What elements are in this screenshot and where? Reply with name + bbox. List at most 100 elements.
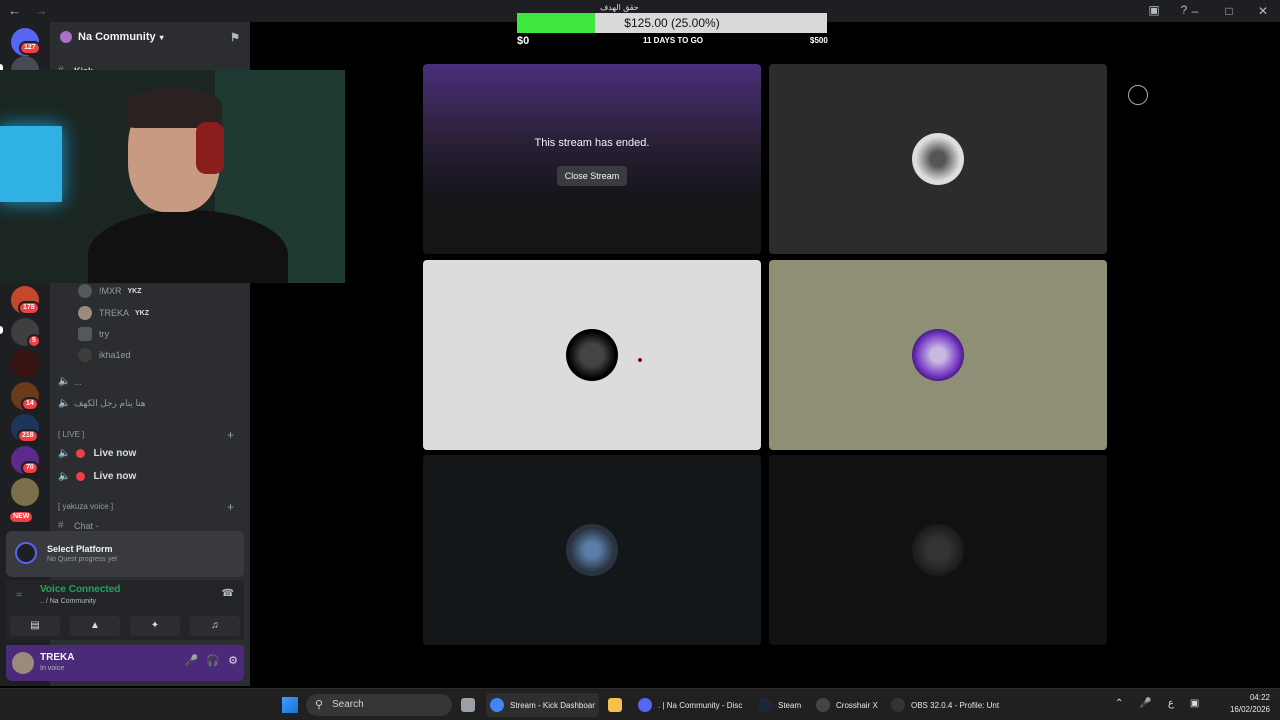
live-dot-icon — [76, 449, 86, 458]
speaker-icon: 🔈 — [58, 376, 71, 387]
signal-icon[interactable]: ≈ — [16, 589, 22, 601]
live-channel[interactable]: 🔈 Live now — [58, 471, 136, 482]
settings-gear-icon[interactable]: ⚙ — [228, 654, 238, 667]
app-label: Crosshair X — [836, 700, 878, 710]
system-tray: ⌃ 🎤 ع ▣ — [1115, 698, 1199, 709]
disconnect-icon[interactable]: ☎ — [222, 588, 234, 599]
participant-tile[interactable] — [769, 64, 1107, 254]
avatar — [78, 327, 92, 341]
screen-share-icon[interactable]: ▲ — [70, 616, 120, 636]
member-tag: YKZ — [127, 287, 142, 295]
mention-badge: 218 — [17, 429, 39, 443]
camera-off-icon[interactable]: ▤ — [10, 616, 60, 636]
add-channel-icon[interactable]: + — [227, 500, 234, 514]
avatar[interactable] — [12, 652, 34, 674]
webcam-overlay — [0, 70, 345, 283]
taskbar-app-discord[interactable]: . | Na Community - Disc — [638, 693, 742, 717]
avatar — [78, 306, 92, 320]
close-stream-button[interactable]: Close Stream — [557, 166, 627, 186]
participant-tile[interactable] — [769, 260, 1107, 450]
category-live[interactable]: [ LIVE ] + — [58, 428, 242, 442]
taskbar-app-steam[interactable]: Steam — [758, 693, 801, 717]
member-name: TREKA — [99, 308, 130, 318]
channel-label: Live now — [93, 471, 137, 482]
voice-location[interactable]: .. / Na Community — [40, 598, 96, 605]
quest-icon — [15, 542, 37, 564]
close-window-button[interactable]: ✕ — [1246, 0, 1280, 22]
channel-label: هنا ينام رجل الكهف — [74, 398, 146, 408]
taskbar-app[interactable] — [461, 693, 481, 717]
soundboard-icon[interactable]: ♫ — [190, 616, 240, 636]
windows-start-icon[interactable] — [282, 697, 298, 713]
mention-badge: 14 — [21, 397, 39, 411]
mention-badge: 5 — [27, 334, 41, 348]
username[interactable]: TREKA — [40, 652, 74, 663]
participant-tile[interactable] — [769, 455, 1107, 645]
member-name: try — [99, 329, 109, 339]
speaker-icon: 🔈 — [58, 398, 71, 409]
cursor-dot — [638, 358, 642, 362]
search-icon: ⚲ — [315, 699, 324, 711]
voice-member[interactable]: try — [78, 327, 109, 341]
avatar — [78, 348, 92, 362]
network-icon[interactable]: ▣ — [1190, 698, 1199, 709]
taskbar-app-chrome[interactable]: Stream - Kick Dashboar — [486, 693, 599, 717]
headphones-icon[interactable]: 🎧 — [206, 654, 220, 667]
chat-channel[interactable]: # Chat - — [58, 520, 99, 531]
voice-status[interactable]: Voice Connected — [40, 584, 120, 595]
hash-icon: # — [58, 520, 64, 531]
server-icon[interactable] — [11, 350, 39, 378]
server-icon[interactable] — [11, 478, 39, 506]
user-controls: 🎤 🎧 ⚙ — [185, 654, 238, 667]
goal-header: حقق الهدف — [600, 3, 639, 12]
mention-badge: 70 — [21, 461, 39, 475]
activities-icon[interactable]: ✦ — [130, 616, 180, 636]
clock[interactable]: 04:22 16/02/2026 — [1230, 692, 1270, 716]
participant-tile[interactable] — [423, 260, 761, 450]
obs-icon — [891, 698, 905, 712]
app-label: . | Na Community - Disc — [658, 700, 743, 710]
new-badge: NEW — [8, 510, 35, 524]
forward-arrow-icon[interactable]: → — [35, 3, 48, 18]
member-name: !MXR — [99, 286, 122, 296]
chevron-up-icon[interactable]: ⌃ — [1115, 698, 1123, 709]
taskbar-app-crosshair[interactable]: Crosshair X — [816, 693, 878, 717]
back-arrow-icon[interactable]: ← — [8, 3, 21, 18]
avatar — [912, 133, 964, 185]
chevron-down-icon: ▾ — [159, 32, 164, 42]
category-yakuza[interactable]: [ yakuza voice ] + — [58, 500, 242, 514]
category-label: [ yakuza voice ] — [58, 502, 114, 511]
screen-share-icon[interactable]: ▣ — [1146, 3, 1162, 19]
voice-channel[interactable]: 🔈 ... — [58, 376, 82, 387]
server-name: Na Community — [78, 31, 156, 43]
avatar — [566, 524, 618, 576]
voice-member[interactable]: !MXR YKZ — [78, 284, 142, 298]
language-indicator[interactable]: ع — [1168, 698, 1174, 709]
voice-member[interactable]: TREKA YKZ — [78, 306, 149, 320]
taskbar-app-obs[interactable]: OBS 32.0.4 - Profile: Unt — [891, 693, 999, 717]
quest-panel[interactable]: Select Platform No Quest progress yet — [6, 531, 244, 577]
app-icon — [461, 698, 475, 712]
avatar — [912, 329, 964, 381]
microphone-icon[interactable]: 🎤 — [1139, 698, 1151, 709]
goal-min: $0 — [517, 35, 530, 47]
participant-tile[interactable] — [423, 455, 761, 645]
discord-icon — [638, 698, 652, 712]
goal-days-left: 11 DAYS TO GO — [643, 36, 704, 45]
add-channel-icon[interactable]: + — [227, 428, 234, 442]
taskbar-app-explorer[interactable] — [608, 693, 628, 717]
stream-tile-ended[interactable]: This stream has ended. Close Stream — [423, 64, 761, 254]
voice-channel[interactable]: 🔈 هنا ينام رجل الكهف — [58, 398, 146, 409]
invite-people-icon[interactable]: ⚑ — [230, 31, 240, 44]
goal-amount: $125.00 (25.00%) — [624, 16, 720, 30]
member-tag: YKZ — [135, 309, 150, 317]
taskbar-search[interactable]: ⚲ Search — [306, 694, 452, 716]
voice-member[interactable]: ikha1ed — [78, 348, 131, 362]
live-channel[interactable]: 🔈 Live now — [58, 448, 136, 459]
maximize-button[interactable]: □ — [1212, 0, 1246, 22]
voice-actions: ▤ ▲ ✦ ♫ — [10, 616, 240, 636]
server-header[interactable]: Na Community ▾ ⚑ — [50, 22, 250, 52]
minimize-button[interactable]: – — [1178, 0, 1212, 22]
member-name: ikha1ed — [99, 350, 131, 360]
microphone-icon[interactable]: 🎤 — [185, 654, 199, 667]
